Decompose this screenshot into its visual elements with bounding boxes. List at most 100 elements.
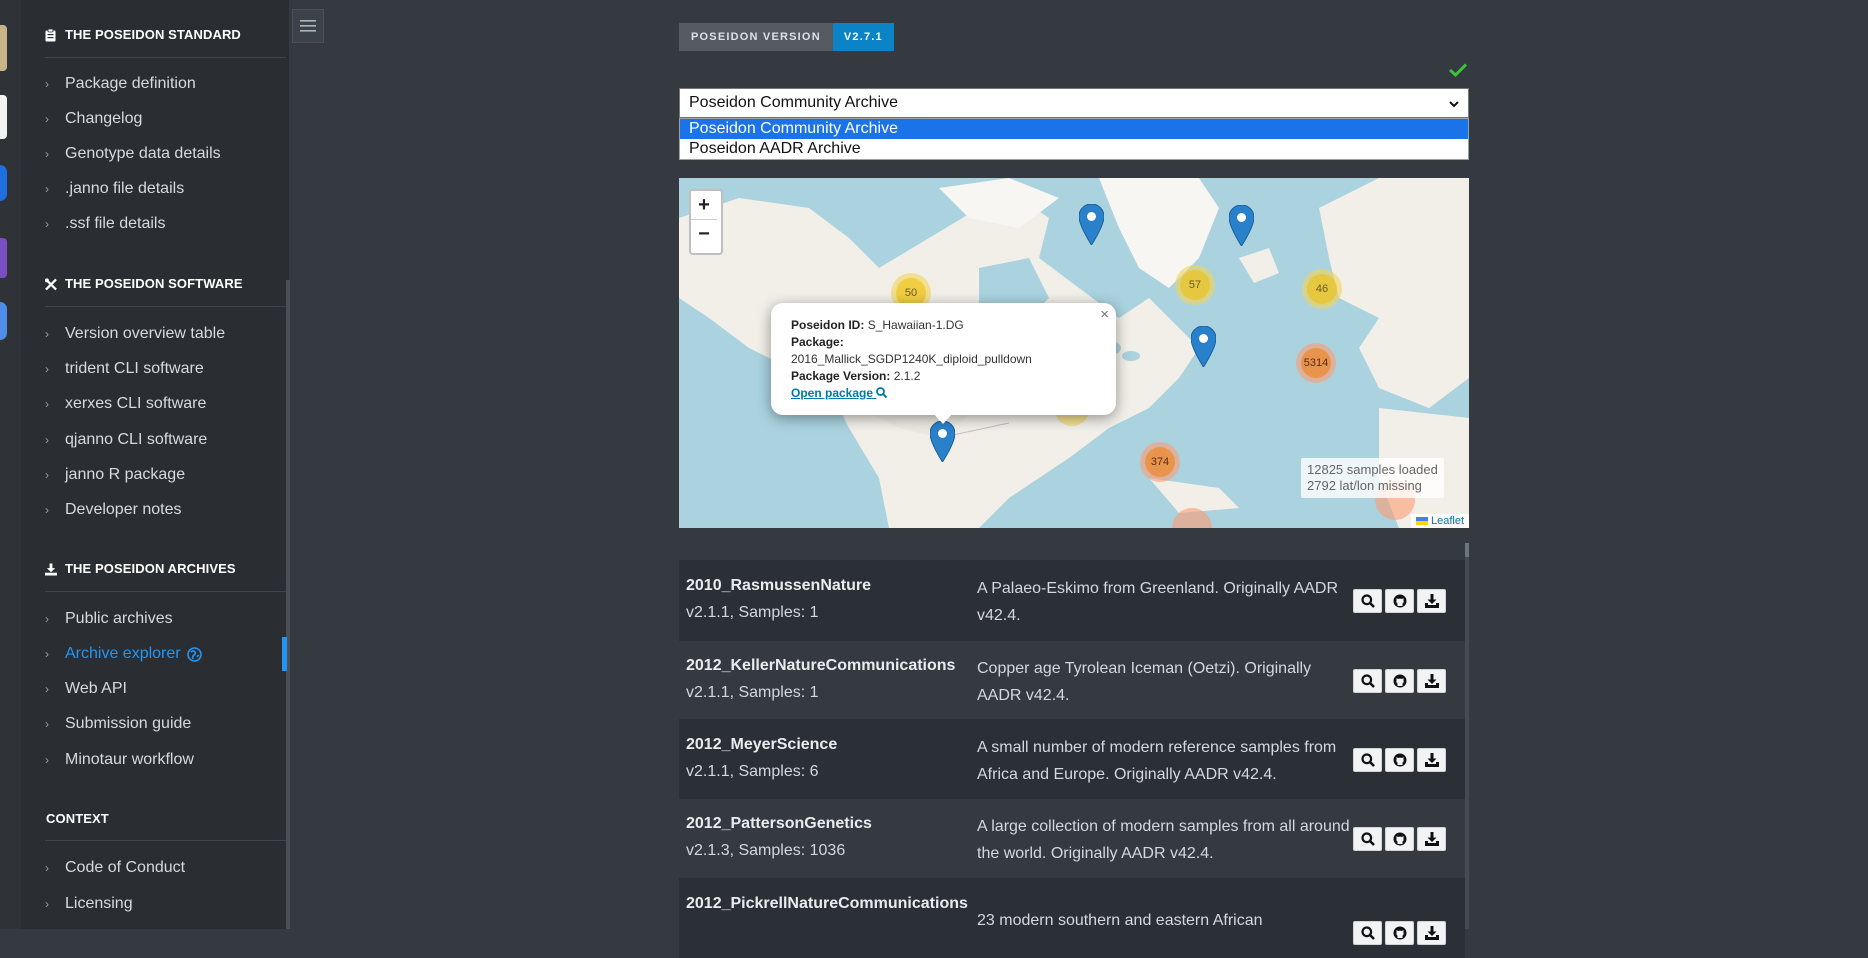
section-title: CONTEXT [46, 811, 109, 826]
popup-close-button[interactable]: × [1100, 306, 1109, 323]
sample-map[interactable]: + − 50 57 46 5314 374 × Poseidon ID: S_H… [679, 178, 1469, 528]
cluster-count: 57 [1188, 279, 1202, 291]
sidebar-item-archive-explorer[interactable]: › Archive explorer [45, 645, 202, 663]
ukraine-flag-icon [1415, 517, 1428, 525]
download-button[interactable] [1417, 748, 1446, 772]
chevron-down-icon [1448, 97, 1460, 115]
sidebar-item-submission-guide[interactable]: › Submission guide [45, 715, 191, 733]
package-meta: v2.1.1, Samples: 1 [686, 604, 819, 621]
github-button[interactable] [1385, 921, 1414, 945]
popup-id-label: Poseidon ID: [791, 318, 865, 332]
sidebar-item-label: Genotype data details [65, 145, 221, 162]
archive-select[interactable]: Poseidon Community Archive [679, 88, 1469, 118]
sidebar-item-version-overview[interactable]: › Version overview table [45, 325, 225, 343]
sidebar-item-code-of-conduct[interactable]: › Code of Conduct [45, 859, 185, 877]
popup-version-label: Package Version: [791, 369, 891, 383]
github-button[interactable] [1385, 748, 1414, 772]
package-name: 2012_KellerNatureCommunications [686, 657, 956, 674]
chevron-right-icon: › [45, 217, 49, 231]
github-button[interactable] [1385, 589, 1414, 613]
sidebar-item-label: janno R package [65, 466, 186, 483]
download-button[interactable] [1417, 827, 1446, 851]
chevron-right-icon: › [45, 612, 49, 626]
open-package-link[interactable]: Open package [791, 386, 888, 400]
package-list-scrollbar[interactable] [1465, 543, 1469, 929]
dock-app-icon[interactable] [0, 95, 7, 139]
section-header-software: THE POSEIDON SOFTWARE [45, 276, 243, 291]
github-button[interactable] [1385, 669, 1414, 693]
dock-app-icon[interactable] [0, 165, 7, 201]
sidebar-item-janno-details[interactable]: › .janno file details [45, 180, 184, 198]
sidebar-item-label: Public archives [65, 610, 173, 627]
view-package-button[interactable] [1353, 827, 1382, 851]
dock-app-icon[interactable] [0, 25, 7, 71]
download-icon [1424, 674, 1439, 688]
leaflet-link[interactable]: Leaflet [1431, 515, 1464, 527]
version-badge-value: V2.7.1 [832, 23, 894, 51]
github-button[interactable] [1385, 827, 1414, 851]
sidebar-item-qjanno[interactable]: › qjanno CLI software [45, 431, 207, 449]
map-cluster-marker[interactable]: 374 [1140, 442, 1180, 482]
sample-popup: × Poseidon ID: S_Hawaiian-1.DG Package: … [771, 303, 1116, 424]
sidebar-item-label: Code of Conduct [65, 859, 186, 876]
map-pin-marker[interactable] [930, 421, 955, 462]
map-pin-marker[interactable] [1079, 204, 1104, 245]
sidebar-item-package-definition[interactable]: › Package definition [45, 75, 196, 93]
package-name: 2012_MeyerScience [686, 736, 838, 753]
chevron-right-icon: › [45, 433, 49, 447]
view-package-button[interactable] [1353, 669, 1382, 693]
dock-app-icon[interactable] [0, 302, 7, 340]
map-cluster-marker[interactable]: 5314 [1296, 343, 1336, 383]
chevron-right-icon: › [45, 362, 49, 376]
sidebar-item-licensing[interactable]: › Licensing [45, 895, 133, 913]
sidebar-item-public-archives[interactable]: › Public archives [45, 610, 173, 628]
menu-toggle-button[interactable] [292, 9, 324, 43]
sidebar-item-label: Web API [65, 680, 127, 697]
archive-option[interactable]: Poseidon AADR Archive [680, 139, 1468, 159]
map-pin-marker[interactable] [1229, 205, 1254, 246]
package-list-scroll-thumb[interactable] [1465, 543, 1469, 557]
popup-tip [933, 413, 953, 424]
archive-option[interactable]: Poseidon Community Archive [680, 119, 1468, 139]
dock-app-icon[interactable] [0, 238, 7, 278]
download-button[interactable] [1417, 669, 1446, 693]
package-name: 2012_PickrellNatureCommunications [686, 895, 968, 912]
active-item-indicator [282, 637, 287, 671]
package-name: 2012_PattersonGenetics [686, 815, 872, 832]
view-package-button[interactable] [1353, 921, 1382, 945]
sidebar-item-trident[interactable]: › trident CLI software [45, 360, 204, 378]
package-description: A small number of modern reference sampl… [977, 739, 1337, 783]
map-pin-marker[interactable] [1191, 326, 1216, 367]
map-cluster-marker[interactable]: 46 [1302, 269, 1342, 309]
sidebar-item-janno-r[interactable]: › janno R package [45, 466, 185, 484]
zoom-in-button[interactable]: + [691, 191, 717, 220]
tools-icon [45, 277, 57, 290]
cluster-count: 46 [1315, 283, 1329, 295]
view-package-button[interactable] [1353, 589, 1382, 613]
sidebar-item-developer-notes[interactable]: › Developer notes [45, 501, 182, 519]
github-icon [1393, 832, 1407, 846]
sidebar-item-genotype-data[interactable]: › Genotype data details [45, 145, 221, 163]
sidebar-item-changelog[interactable]: › Changelog [45, 110, 142, 128]
divider [45, 57, 286, 58]
table-row: 2012_KellerNatureCommunications v2.1.1, … [679, 640, 1465, 720]
map-cluster-marker[interactable]: 57 [1175, 265, 1215, 305]
package-actions [1353, 921, 1446, 945]
download-button[interactable] [1417, 921, 1446, 945]
clipboard-icon [45, 28, 57, 41]
sidebar-item-web-api[interactable]: › Web API [45, 680, 127, 698]
sample-count-info: 12825 samples loaded 2792 lat/lon missin… [1301, 458, 1444, 498]
sidebar-item-minotaur[interactable]: › Minotaur workflow [45, 751, 194, 769]
view-package-button[interactable] [1353, 748, 1382, 772]
zoom-out-button[interactable]: − [691, 220, 717, 249]
cluster-count: 50 [904, 287, 918, 299]
package-meta: v2.1.3, Samples: 1036 [686, 842, 846, 859]
sidebar-scrollbar[interactable] [286, 280, 290, 929]
sidebar-item-ssf-details[interactable]: › .ssf file details [45, 215, 165, 233]
package-actions [1353, 748, 1446, 772]
download-icon [1424, 594, 1439, 608]
download-button[interactable] [1417, 589, 1446, 613]
sidebar-item-xerxes[interactable]: › xerxes CLI software [45, 395, 206, 413]
desktop-dock [0, 0, 21, 929]
sidebar-item-label: Licensing [65, 895, 133, 912]
